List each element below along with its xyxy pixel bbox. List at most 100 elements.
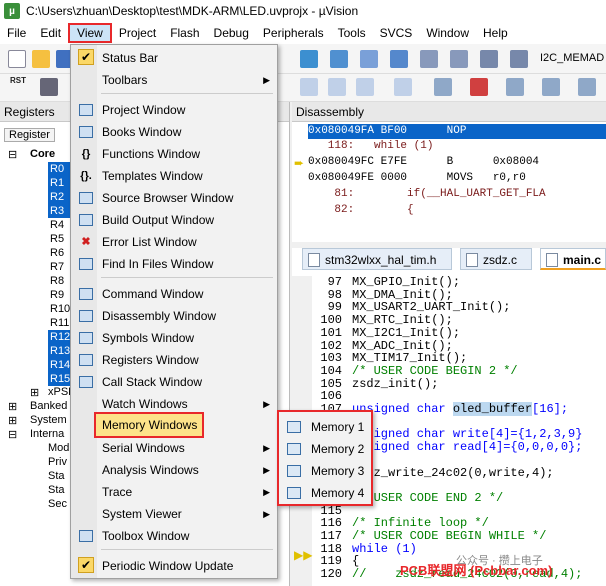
menu-debug[interactable]: Debug [207, 23, 256, 43]
internal-states[interactable]: Sta [48, 484, 65, 496]
toolbox-toolbar-icon[interactable] [578, 78, 596, 96]
comment-icon[interactable] [480, 50, 498, 68]
menu-item-label: Registers Window [102, 353, 199, 367]
menu-edit[interactable]: Edit [33, 23, 68, 43]
code-line[interactable]: 105 zsdz_init(); [292, 376, 439, 391]
symbols-toolbar-icon[interactable] [356, 78, 374, 96]
toolbox-icon [79, 530, 93, 542]
view-menu-item-analysis-windows[interactable]: Analysis Windows ▶ [72, 459, 276, 481]
register-name: R15 [48, 372, 71, 386]
core-expander[interactable]: ⊟ [8, 148, 17, 161]
register-name: R8 [50, 275, 65, 287]
register-name: R5 [50, 233, 65, 245]
menu-file[interactable]: File [0, 23, 33, 43]
find-combo-text[interactable]: I2C_MEMAD [540, 52, 604, 64]
internal-node[interactable]: Interna [30, 428, 64, 440]
view-menu-item-trace[interactable]: Trace ▶ [72, 481, 276, 503]
tab-stm32wlxx-hal-tim[interactable]: stm32wlxx_hal_tim.h [302, 248, 452, 270]
view-menu-item-toolbars[interactable]: Toolbars ▶ [72, 69, 276, 91]
tab-zsdz-c[interactable]: zsdz.c [460, 248, 532, 270]
menu-view[interactable]: View [68, 23, 112, 43]
memory-2-item[interactable]: Memory 2 [281, 438, 369, 460]
memory-windows-highlight[interactable]: Memory Windows [94, 412, 204, 438]
view-menu-item-project-window[interactable]: Project Window [72, 99, 276, 121]
view-menu-item-toolbox-window[interactable]: Toolbox Window [72, 525, 276, 547]
menu-item-label: Periodic Window Update [102, 559, 234, 573]
symbols-icon [79, 332, 93, 344]
analysis-toolbar-icon[interactable] [542, 78, 560, 96]
reset-button[interactable]: RST [10, 76, 32, 96]
registers-toolbar-icon[interactable] [394, 78, 412, 96]
banked-expander[interactable]: ⊞ [8, 400, 17, 413]
internal-privilege[interactable]: Priv [48, 456, 67, 468]
view-menu-item-source-browser-window[interactable]: Source Browser Window [72, 187, 276, 209]
code-text: unsigned char oled_buffer[16]; [352, 402, 569, 416]
disasm-line-source[interactable]: 118: while (1) [308, 140, 434, 152]
disassembly-toolbar-icon[interactable] [328, 78, 346, 96]
system-expander[interactable]: ⊞ [8, 414, 17, 427]
submenu-arrow-icon: ▶ [263, 75, 270, 85]
system-node[interactable]: System [30, 414, 67, 426]
view-menu-item-command-window[interactable]: Command Window [72, 283, 276, 305]
view-menu-item-functions-window[interactable]: {} Functions Window [72, 143, 276, 165]
run-icon[interactable] [40, 78, 58, 96]
view-menu-item-status-bar[interactable]: ✔ Status Bar [72, 47, 276, 69]
memory-4-item[interactable]: Memory 4 [281, 482, 369, 504]
internal-mode[interactable]: Mod [48, 442, 69, 454]
title-bar: µ C:\Users\zhuan\Desktop\test\MDK-ARM\LE… [0, 0, 606, 22]
bookmark-clear-icon[interactable] [390, 50, 408, 68]
disasm-line-brace[interactable]: 82: { [308, 204, 413, 216]
register-name: R2 [48, 190, 70, 204]
disasm-line-if[interactable]: 81: if(__HAL_UART_GET_FLA [308, 188, 545, 200]
view-menu-item-books-window[interactable]: Books Window [72, 121, 276, 143]
view-menu-item-system-viewer[interactable]: System Viewer ▶ [72, 503, 276, 525]
open-folder-icon[interactable] [32, 50, 50, 68]
internal-sec[interactable]: Sec [48, 498, 67, 510]
menu-flash[interactable]: Flash [163, 23, 206, 43]
menu-project[interactable]: Project [112, 23, 163, 43]
menu-tools[interactable]: Tools [331, 23, 373, 43]
view-menu-item-find-in-files-window[interactable]: Find In Files Window [72, 253, 276, 275]
core-node[interactable]: Core [30, 148, 55, 160]
xpsr-expander[interactable]: ⊞ [30, 386, 39, 399]
register-name: R0 [48, 162, 70, 176]
tab-main-c[interactable]: main.c [540, 248, 606, 270]
view-menu-item-build-output-window[interactable]: Build Output Window [72, 209, 276, 231]
view-menu-item-call-stack-window[interactable]: Call Stack Window [72, 371, 276, 393]
view-menu-item-templates-window[interactable]: {}. Templates Window [72, 165, 276, 187]
new-file-icon[interactable] [8, 50, 26, 68]
memory-3-item[interactable]: Memory 3 [281, 460, 369, 482]
view-menu-item-symbols-window[interactable]: Symbols Window [72, 327, 276, 349]
menu-item-label: Symbols Window [102, 331, 195, 345]
internal-expander[interactable]: ⊟ [8, 428, 17, 441]
disasm-line-movs[interactable]: 0x080049FE 0000 MOVS r0,r0 [308, 172, 526, 184]
code-text: zsdz_init(); [352, 376, 439, 391]
bookmark-icon[interactable] [300, 50, 318, 68]
indent-icon[interactable] [420, 50, 438, 68]
menu-item-label: Toolbox Window [102, 529, 190, 543]
banked-node[interactable]: Banked [30, 400, 67, 412]
register-column-header[interactable]: Register [4, 128, 55, 142]
disasm-line-branch[interactable]: 0x080049FC E7FE B 0x08004 [308, 156, 539, 168]
memory-toolbar-icon[interactable] [434, 78, 452, 96]
internal-stack[interactable]: Sta [48, 470, 65, 482]
uncomment-icon[interactable] [510, 50, 528, 68]
memory-1-item[interactable]: Memory 1 [281, 416, 369, 438]
disasm-line-current[interactable]: 0x080049FA BF00 NOP [308, 124, 606, 139]
menu-item-label: Serial Windows [102, 441, 185, 455]
view-menu-item-serial-windows[interactable]: Serial Windows ▶ [72, 437, 276, 459]
bookmark-next-icon[interactable] [330, 50, 348, 68]
view-menu-item-periodic-window-update[interactable]: ✔ Periodic Window Update [72, 555, 276, 577]
menu-window[interactable]: Window [419, 23, 476, 43]
serial-toolbar-icon[interactable] [506, 78, 524, 96]
view-menu-item-registers-window[interactable]: Registers Window [72, 349, 276, 371]
command-window-toolbar-icon[interactable] [300, 78, 318, 96]
menu-svcs[interactable]: SVCS [373, 23, 420, 43]
view-menu-item-disassembly-window[interactable]: Disassembly Window [72, 305, 276, 327]
trace-toolbar-icon[interactable] [470, 78, 488, 96]
menu-peripherals[interactable]: Peripherals [256, 23, 331, 43]
unindent-icon[interactable] [450, 50, 468, 68]
menu-help[interactable]: Help [476, 23, 515, 43]
view-menu-item-error-list-window[interactable]: ✖ Error List Window [72, 231, 276, 253]
bookmark-prev-icon[interactable] [360, 50, 378, 68]
